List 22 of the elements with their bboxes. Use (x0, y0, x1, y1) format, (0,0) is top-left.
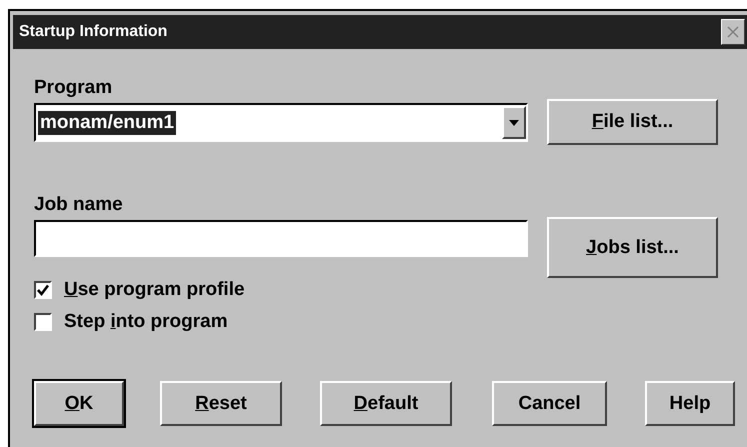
jobs-list-button[interactable]: Jobs list... (547, 217, 718, 278)
job-name-label: Job name (34, 194, 124, 216)
checkbox-label: Use program profile (64, 279, 245, 301)
dialog-button[interactable]: Default (320, 381, 452, 426)
window-title: Startup Information (19, 23, 168, 41)
caret-icon (509, 120, 519, 126)
dialog-button[interactable]: OK (34, 381, 124, 426)
program-combo-box[interactable]: monam/enum1 (34, 103, 528, 142)
dialog-button[interactable]: Cancel (492, 381, 607, 426)
file-list-button[interactable]: File list... (547, 99, 718, 145)
dialog-button[interactable]: Reset (160, 381, 282, 426)
checkbox[interactable] (34, 313, 52, 331)
check-icon (36, 283, 50, 297)
program-value: monam/enum1 (38, 110, 176, 134)
checkbox-label: Step into program (64, 311, 228, 333)
checkbox[interactable] (34, 281, 52, 299)
close-button[interactable] (721, 19, 745, 45)
close-icon (726, 25, 740, 39)
program-label: Program (34, 77, 114, 99)
dropdown-button[interactable] (502, 106, 526, 139)
job-name-field[interactable] (34, 220, 528, 257)
dialog-button[interactable]: Help (645, 381, 735, 426)
